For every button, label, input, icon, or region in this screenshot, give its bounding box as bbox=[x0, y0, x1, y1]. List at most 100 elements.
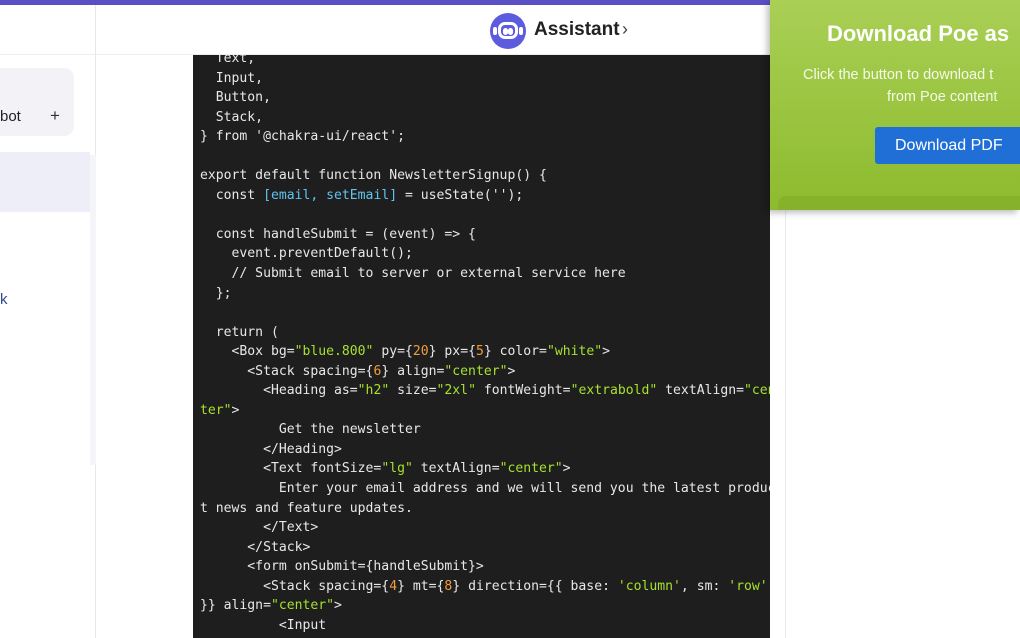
code-token: } mt={ bbox=[397, 578, 445, 594]
code-token: } px={ bbox=[428, 344, 476, 360]
code-token: event.preventDefault(); bbox=[200, 246, 413, 262]
code-token: <Stack spacing={ bbox=[200, 578, 390, 594]
code-token: Button, bbox=[200, 90, 271, 106]
promo-title: Download Poe as bbox=[827, 21, 1010, 46]
code-token: const handleSubmit = (event) => { bbox=[200, 226, 476, 242]
bot-eye-right bbox=[508, 28, 513, 35]
code-line: }} align="center"> bbox=[200, 596, 770, 616]
code-token: , sm: bbox=[680, 578, 729, 594]
code-line: Button, bbox=[200, 88, 770, 108]
bot-avatar-icon[interactable] bbox=[490, 13, 526, 49]
code-token: <Input bbox=[200, 617, 327, 633]
right-pane bbox=[786, 210, 1020, 638]
code-token: Enter your email address and we will sen… bbox=[200, 481, 770, 497]
code-token: Text, bbox=[200, 55, 256, 66]
code-line: Stack, bbox=[200, 108, 770, 128]
code-token: > bbox=[334, 598, 342, 614]
left-sidebar: bot + k bbox=[0, 5, 96, 638]
chevron-right-icon[interactable]: › bbox=[622, 19, 628, 40]
sidebar-link[interactable]: k bbox=[0, 291, 8, 308]
code-line: const [email, setEmail] = useState(''); bbox=[200, 186, 770, 206]
code-line: <Stack spacing={6} align="center"> bbox=[200, 362, 770, 382]
code-token: textAlign= bbox=[412, 461, 500, 477]
code-token: "blue.800" bbox=[294, 344, 374, 360]
code-token: "white" bbox=[546, 344, 603, 360]
code-token: "cen bbox=[744, 383, 770, 399]
code-line: </Text> bbox=[200, 518, 770, 538]
code-token: }} align= bbox=[200, 598, 271, 614]
code-line: Text, bbox=[200, 55, 770, 69]
code-line: <Heading as="h2" size="2xl" fontWeight="… bbox=[200, 381, 770, 401]
sidebar-header bbox=[0, 5, 96, 55]
code-token: > bbox=[231, 402, 240, 418]
code-token: return ( bbox=[200, 324, 279, 340]
code-token: textAlign= bbox=[657, 383, 744, 399]
code-token: <Text fontSize= bbox=[200, 461, 382, 477]
code-line: </Stack> bbox=[200, 538, 770, 558]
code-token: "h2" bbox=[357, 383, 390, 399]
code-token: <Heading as= bbox=[200, 383, 358, 399]
code-token: 'column' bbox=[617, 578, 681, 594]
code-token: Stack, bbox=[200, 109, 264, 125]
code-token: [email, setEmail] bbox=[263, 187, 398, 203]
code-token: 5 bbox=[475, 344, 484, 360]
bot-ear-left bbox=[493, 27, 497, 35]
code-token: t news and feature updates. bbox=[200, 500, 413, 516]
promo-text-line1: Click the button to download t bbox=[803, 67, 994, 83]
download-pdf-button[interactable]: Download PDF bbox=[875, 127, 1020, 164]
promo-bottom-edge bbox=[778, 196, 1020, 210]
code-line: </Heading> bbox=[200, 440, 770, 460]
code-token: Input, bbox=[200, 70, 264, 86]
code-token: "extrabold" bbox=[570, 383, 658, 399]
chat-header: Assistant › bbox=[96, 5, 770, 55]
code-line: <form onSubmit={handleSubmit}> bbox=[200, 557, 770, 577]
code-token: 20 bbox=[412, 344, 429, 360]
code-token: }; bbox=[200, 285, 232, 301]
code-line: Get the newsletter bbox=[200, 420, 770, 440]
code-token: 4 bbox=[389, 578, 398, 594]
code-token: "center" bbox=[270, 598, 335, 614]
code-token: const bbox=[200, 187, 264, 203]
code-token: "center" bbox=[499, 461, 563, 477]
code-line: } from '@chakra-ui/react'; bbox=[200, 127, 770, 147]
code-token: 'row' bbox=[728, 578, 768, 594]
code-token: <Box bg= bbox=[200, 344, 295, 360]
code-token: > bbox=[562, 461, 571, 477]
code-line: <Text fontSize="lg" textAlign="center"> bbox=[200, 459, 770, 479]
code-token: fontWeight= bbox=[475, 383, 571, 399]
create-bot-label[interactable]: bot bbox=[0, 108, 21, 125]
code-line: <Stack spacing={4} mt={8} direction={{ b… bbox=[200, 577, 770, 597]
create-bot-card[interactable] bbox=[0, 68, 74, 136]
bot-name[interactable]: Assistant bbox=[534, 19, 620, 41]
code-token: </Stack> bbox=[200, 539, 311, 555]
code-line: Enter your email address and we will sen… bbox=[200, 479, 770, 499]
code-token: > bbox=[602, 344, 611, 360]
code-line: }; bbox=[200, 284, 770, 304]
plus-icon[interactable]: + bbox=[50, 106, 60, 126]
code-token: "lg" bbox=[381, 461, 413, 477]
code-line: <Box bg="blue.800" py={20} px={5} color=… bbox=[200, 342, 770, 362]
code-token: py={ bbox=[373, 344, 413, 360]
code-token: // Submit email to server or external se… bbox=[200, 266, 626, 282]
code-token: ter" bbox=[200, 402, 232, 418]
code-token: "2xl" bbox=[436, 383, 476, 399]
code-line: t news and feature updates. bbox=[200, 499, 770, 519]
code-line: // Submit email to server or external se… bbox=[200, 264, 770, 284]
code-token: Get the newsletter bbox=[200, 422, 421, 438]
sidebar-item-selected[interactable] bbox=[0, 152, 90, 212]
code-token: <form onSubmit={handleSubmit}> bbox=[200, 559, 484, 575]
code-line: return ( bbox=[200, 323, 770, 343]
code-token: } color= bbox=[483, 344, 547, 360]
code-token: export default function NewsletterSignup… bbox=[200, 168, 547, 184]
code-line: event.preventDefault(); bbox=[200, 244, 770, 264]
code-token: = useState(''); bbox=[397, 187, 524, 203]
code-token: > bbox=[507, 363, 516, 379]
bot-ear-right bbox=[519, 27, 523, 35]
download-promo-banner: Download Poe as Click the button to down… bbox=[770, 0, 1020, 210]
code-token: } align= bbox=[381, 363, 445, 379]
code-line: ter"> bbox=[200, 401, 770, 421]
code-line: export default function NewsletterSignup… bbox=[200, 166, 770, 186]
code-token: </Heading> bbox=[200, 441, 342, 457]
